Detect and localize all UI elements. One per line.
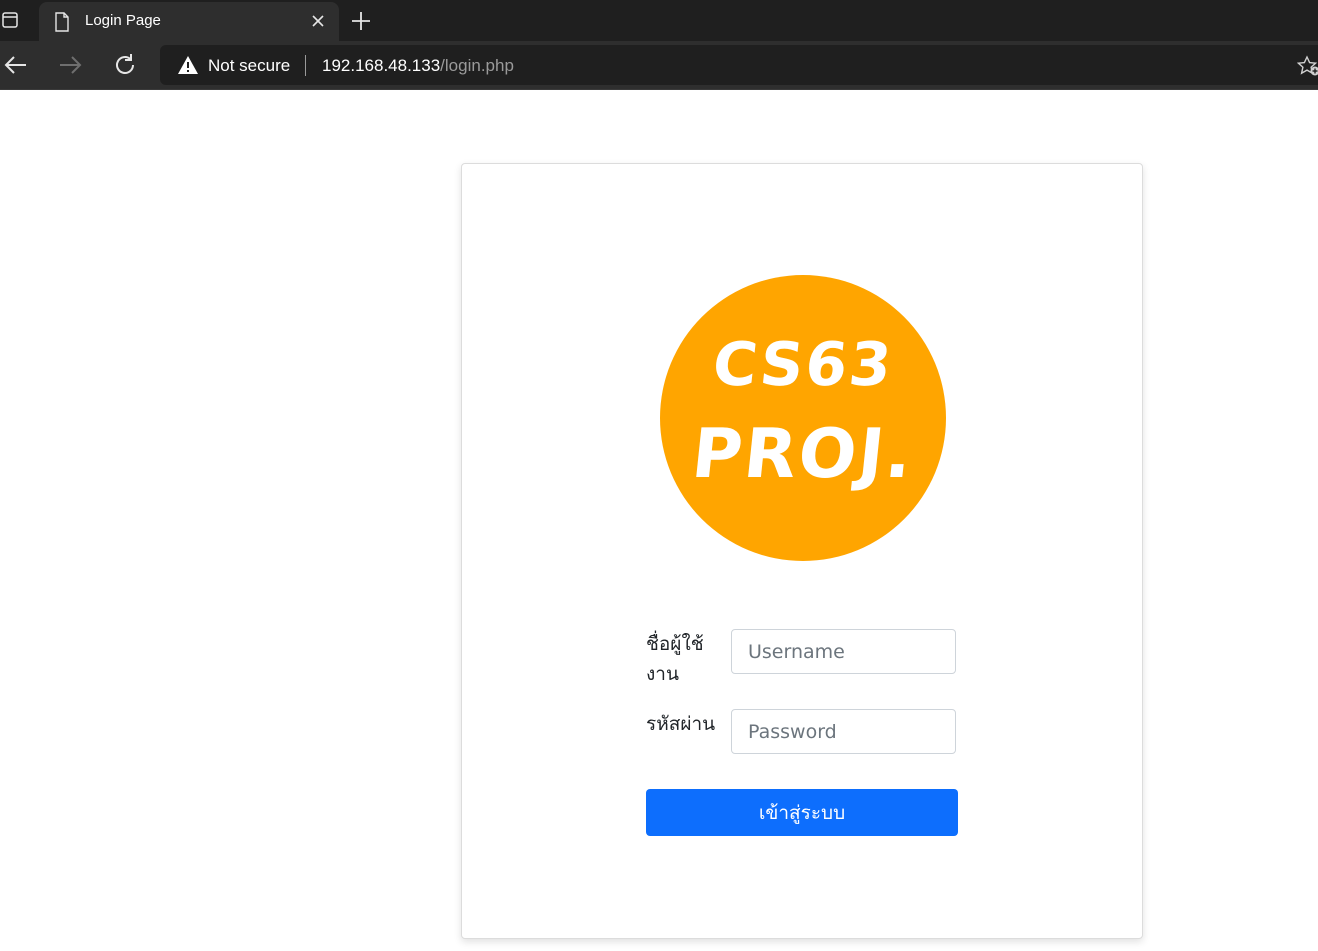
tab-title: Login Page: [85, 12, 161, 29]
password-input[interactable]: [731, 709, 956, 754]
password-label: รหัสผ่าน: [646, 713, 716, 735]
username-input[interactable]: [731, 629, 956, 674]
username-label: ชื่อผู้ใช้งาน: [646, 633, 704, 685]
close-icon[interactable]: [310, 13, 326, 29]
url-host: 192.168.48.133: [322, 56, 441, 75]
logo-line-2: PROJ.: [688, 415, 918, 494]
address-separator: [305, 55, 306, 76]
url-text[interactable]: 192.168.48.133/login.php: [322, 56, 514, 76]
add-favorite-icon[interactable]: [1297, 54, 1318, 78]
document-icon: [55, 12, 69, 32]
logo: CS63 PROJ.: [660, 275, 946, 561]
forward-arrow-icon[interactable]: [56, 51, 84, 79]
address-bar[interactable]: Not secure 192.168.48.133/login.php: [160, 45, 1318, 85]
url-path: /login.php: [440, 56, 514, 75]
login-card: CS63 PROJ. ชื่อผู้ใช้งาน รหัสผ่าน เข้าสู…: [461, 163, 1143, 939]
browser-tab-login[interactable]: Login Page: [39, 2, 339, 41]
tab-actions-icon[interactable]: [2, 12, 18, 28]
security-label[interactable]: Not secure: [208, 56, 290, 76]
warning-triangle-icon[interactable]: [177, 55, 199, 75]
login-button[interactable]: เข้าสู่ระบบ: [646, 789, 958, 836]
browser-toolbar: Not secure 192.168.48.133/login.php: [0, 41, 1318, 90]
browser-tab-bar: Login Page: [0, 0, 1318, 41]
back-arrow-icon[interactable]: [2, 51, 30, 79]
plus-icon[interactable]: [350, 10, 372, 32]
refresh-icon[interactable]: [111, 51, 139, 79]
logo-line-1: CS63: [709, 330, 897, 400]
